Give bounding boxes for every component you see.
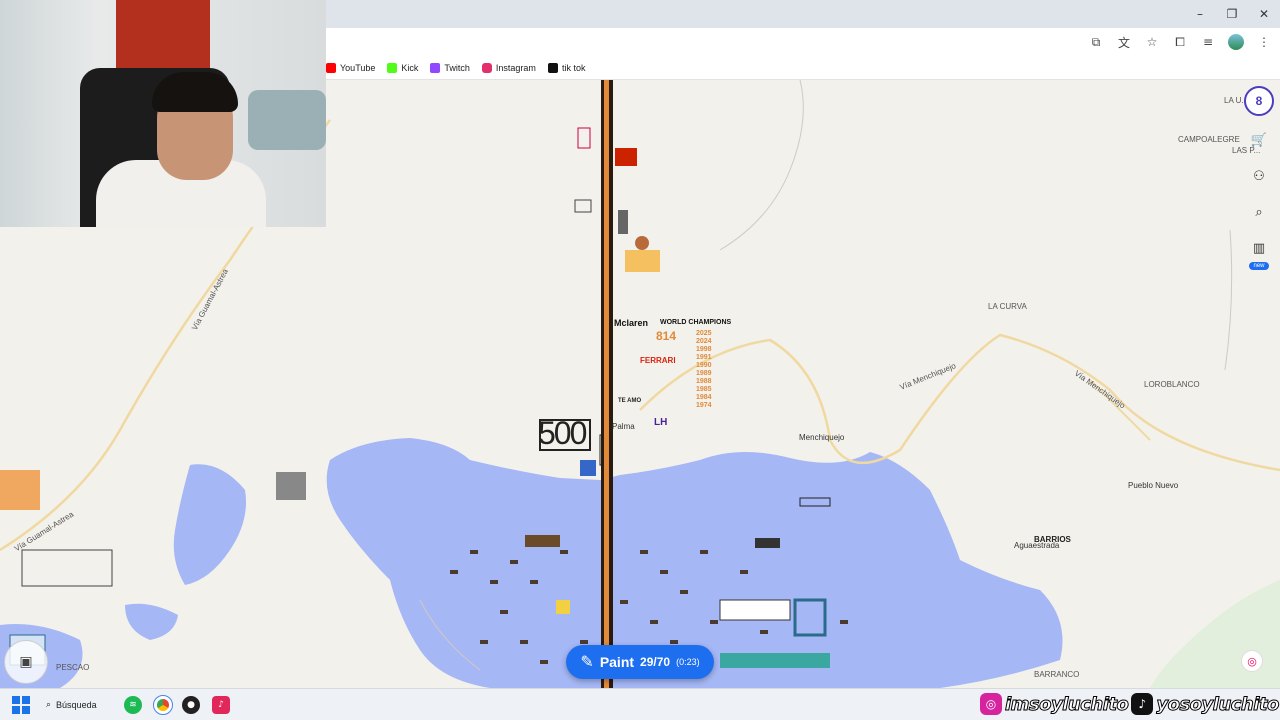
minimize-button[interactable]: – [1184, 0, 1216, 28]
spotify-icon[interactable]: ≋ [124, 696, 142, 714]
art-year: 1985 [696, 386, 712, 393]
paint-charges: 29/70 [640, 655, 671, 669]
search-label: Búsqueda [56, 700, 97, 710]
place-pueblo-nuevo: Pueblo Nuevo [1128, 481, 1179, 490]
brush-icon: ✎ [580, 654, 594, 671]
road-menchiquejo [639, 333, 1280, 472]
instagram-icon: ◎ [980, 693, 1002, 715]
art-814: 814 [656, 329, 677, 343]
bookmark-youtube[interactable]: YouTube [326, 63, 375, 73]
art-year: 1991 [696, 354, 712, 361]
place-loroblanco: LOROBLANCO [1144, 380, 1200, 389]
art-year: 1984 [696, 394, 712, 401]
tiktok-handle: yosoyluchito [1156, 693, 1280, 715]
bookmark-kick[interactable]: Kick [387, 63, 418, 73]
map-toolbar: 8 🛒 ⚇ ⌕ ▥ new [1244, 86, 1274, 270]
maximize-button[interactable]: ❐ [1216, 0, 1248, 28]
search-map-icon[interactable]: ⌕ [1247, 200, 1271, 224]
paint-button[interactable]: ✎ Paint 29/70 (0:23) [566, 645, 714, 679]
tiktok-app-icon[interactable]: ♪ [212, 696, 230, 714]
shop-cart-icon[interactable]: 🛒 [1247, 128, 1271, 152]
youtube-icon [326, 63, 336, 73]
extensions-icon[interactable]: ⧠ [1172, 34, 1188, 50]
translate-icon[interactable]: 文 [1116, 34, 1132, 50]
art-years-list: 2025 2024 1998 1991 1990 1989 1988 1985 … [696, 330, 712, 410]
paint-timer: (0:23) [676, 657, 700, 667]
art-year: 1974 [696, 402, 712, 409]
place-menchiquejo: Menchiquejo [799, 433, 845, 442]
place-barranco: BARRANCO [1034, 670, 1080, 679]
paint-label: Paint [599, 654, 635, 670]
new-badge: new [1249, 262, 1269, 270]
art-te-amo: TE AMO [618, 398, 642, 404]
bookmark-label: Instagram [495, 63, 536, 73]
cast-icon[interactable]: ⧉ [1088, 34, 1104, 50]
star-icon[interactable]: ☆ [1144, 34, 1160, 50]
taskbar-search[interactable]: ⌕ Búsqueda [46, 695, 112, 715]
locate-icon[interactable]: ◎ [1241, 650, 1263, 672]
art-world-champions: WORLD CHAMPIONS [660, 319, 732, 326]
green-area [1150, 580, 1280, 688]
webcam-cushion [248, 90, 326, 150]
art-year: 1989 [696, 370, 712, 377]
bookmark-instagram[interactable]: Instagram [481, 63, 536, 73]
app-logo-button[interactable]: 8 [1244, 86, 1274, 116]
place-la-curva: LA CURVA [988, 302, 1027, 311]
screen: – ❐ ✕ ⧉ 文 ☆ ⧠ ≡ ⋮ YouTube Kick Twitch In… [0, 0, 1280, 720]
art-ferrari: FERRARI [640, 356, 676, 365]
bookmark-label: tik tok [561, 63, 586, 73]
place-pescao: PESCAO [56, 663, 90, 672]
road-right [1224, 229, 1233, 371]
place-palma: Palma [612, 422, 635, 431]
webcam-overlay [0, 0, 326, 227]
bookmark-label: Twitch [444, 63, 470, 73]
start-icon[interactable] [12, 696, 30, 714]
place-campoalegre: CAMPOALEGRE [1178, 135, 1240, 144]
instagram-icon [481, 63, 492, 73]
twitch-icon [430, 63, 441, 73]
small-lake [125, 603, 178, 640]
webcam-background-red [116, 0, 210, 72]
bookmark-twitch[interactable]: Twitch [430, 63, 470, 73]
bookmark-tiktok[interactable]: tik tok [547, 63, 586, 73]
pixel-art-stripe [601, 80, 613, 688]
obs-icon[interactable]: ● [182, 696, 200, 714]
social-handles: ◎ imsoyluchito ♪ yosoyluchito [980, 688, 1280, 720]
art-mclaren: Mclaren [614, 318, 649, 328]
media-icon[interactable]: ≡ [1200, 34, 1216, 50]
art-year: 1988 [696, 378, 712, 385]
tiktok-icon: ♪ [1131, 693, 1154, 715]
search-icon: ⌕ [46, 700, 52, 710]
art-year: 1990 [696, 362, 712, 369]
bookmark-label: YouTube [340, 63, 376, 73]
leaderboard-icon[interactable]: ▥ [1247, 236, 1271, 260]
art-lh: LH [654, 417, 668, 428]
webcam-person-hair [152, 72, 238, 112]
art-year: 1998 [696, 346, 712, 353]
track-1 [719, 80, 804, 251]
window-controls: – ❐ ✕ [1184, 0, 1280, 28]
minimap-button[interactable]: ▣ [4, 640, 48, 684]
users-icon[interactable]: ⚇ [1247, 164, 1271, 188]
kick-icon [387, 63, 398, 73]
close-button[interactable]: ✕ [1248, 0, 1280, 28]
place-barrios: BARRIOS [1034, 535, 1071, 544]
address-bar-icons: ⧉ 文 ☆ ⧠ ≡ ⋮ [1088, 28, 1272, 56]
bookmark-label: Kick [401, 63, 419, 73]
menu-icon[interactable]: ⋮ [1256, 34, 1272, 50]
instagram-handle: imsoyluchito [1004, 693, 1129, 715]
left-lake [173, 464, 246, 585]
art-year: 2024 [696, 338, 712, 345]
profile-avatar[interactable] [1228, 34, 1244, 50]
chrome-icon[interactable] [153, 695, 173, 715]
tiktok-icon [547, 63, 558, 73]
art-500: 500 [538, 415, 587, 451]
art-year: 2025 [696, 330, 712, 337]
